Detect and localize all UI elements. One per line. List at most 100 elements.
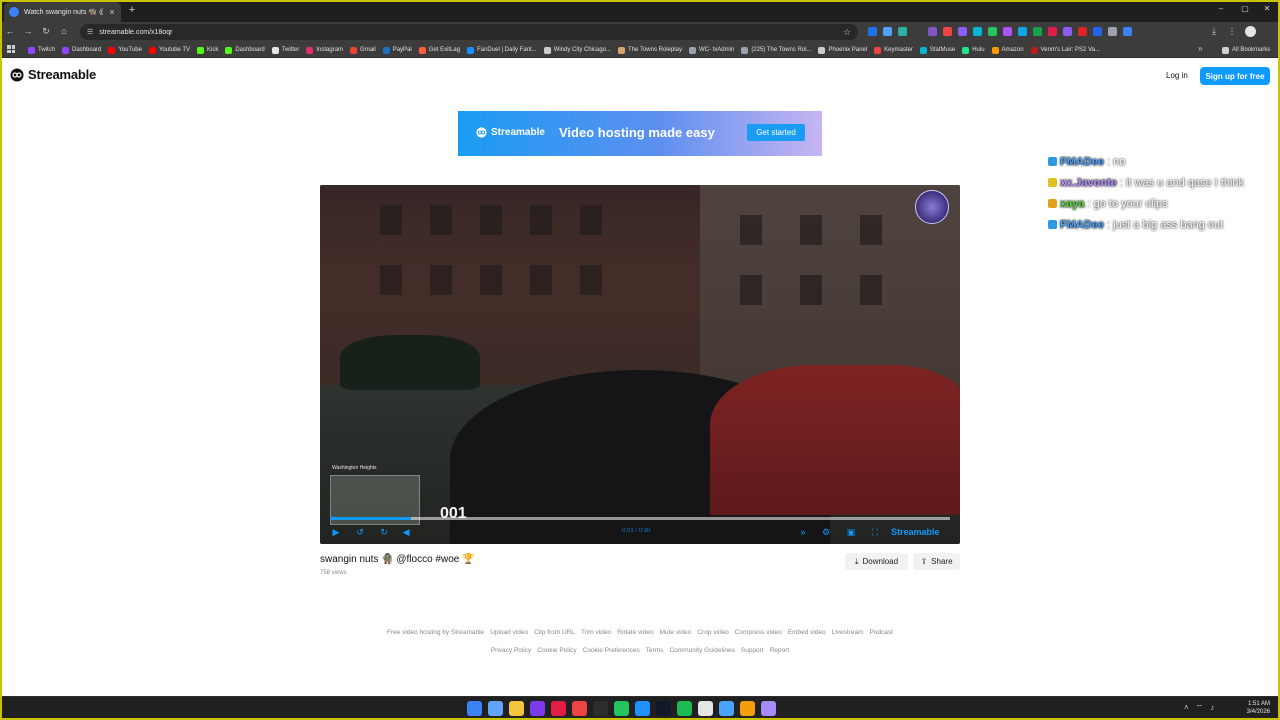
reload-icon[interactable]: ↻ [40,26,52,37]
extension-icon[interactable] [1123,27,1132,36]
footer-link[interactable]: Community Guidelines [669,647,734,654]
extension-icon[interactable] [988,27,997,36]
extension-icon[interactable] [928,27,937,36]
footer-link[interactable]: Support [741,647,764,654]
extension-icon[interactable] [913,27,922,36]
bookmark-item[interactable]: Windy City Chicago... [543,46,611,54]
player-brand[interactable]: Streamable [891,527,940,537]
settings-gear-icon[interactable]: ⚙ [820,527,832,538]
bookmark-item[interactable]: Twitch [28,46,55,54]
back-icon[interactable]: ← [4,26,16,36]
bookmark-item[interactable]: Instagram [306,46,343,54]
bookmark-item[interactable]: Dashboard [225,46,265,54]
site-info-icon[interactable]: ☰ [87,28,93,36]
streamable-logo[interactable]: Streamable [10,67,96,82]
clock[interactable]: 1:51 AM 3/4/2026 [1240,700,1270,716]
footer-link[interactable]: Podcast [870,629,894,636]
ad-banner[interactable]: Streamable Video hosting made easy Get s… [458,111,822,156]
extension-icon[interactable] [868,27,877,36]
profile-avatar[interactable] [1245,26,1256,37]
play-icon[interactable]: ▶ [330,527,342,538]
extension-icon[interactable] [1033,27,1042,36]
speed-icon[interactable]: » [797,527,809,537]
taskbar-app-icon[interactable] [740,701,755,716]
bookmark-item[interactable]: PayPal [382,46,412,54]
footer-link[interactable]: Cookie Policy [537,647,576,654]
minimize-button[interactable]: – [1216,4,1226,13]
signup-button[interactable]: Sign up for free [1200,67,1270,85]
taskbar-app-icon[interactable] [530,701,545,716]
bookmark-item[interactable]: Twitter [271,46,299,54]
forward-icon[interactable]: → [22,26,34,36]
picture-in-picture-icon[interactable]: ▣ [845,527,857,538]
taskbar-app-icon[interactable] [572,701,587,716]
taskbar-app-icon[interactable] [719,701,734,716]
bookmark-item[interactable]: Hulu [962,46,985,54]
menu-icon[interactable]: ⋮ [1226,26,1238,37]
extension-icon[interactable] [1108,27,1117,36]
taskbar-app-icon[interactable] [509,701,524,716]
extension-icon[interactable] [1093,27,1102,36]
extension-icon[interactable] [898,27,907,36]
login-link[interactable]: Log in [1166,71,1188,80]
taskbar-app-icon[interactable] [635,701,650,716]
footer-link[interactable]: Cookie Preferences [583,647,640,654]
bookmark-item[interactable]: Phoenix Panel [818,46,867,54]
footer-link[interactable]: Livestream [832,629,864,636]
downloads-icon[interactable]: ⤓ [1208,26,1220,37]
taskbar-app-icon[interactable] [677,701,692,716]
footer-link[interactable]: Rotate video [617,629,654,636]
taskbar-app-icon[interactable] [656,701,671,716]
volume-tray-icon[interactable]: ♪ [1210,703,1214,713]
bookmark-star-icon[interactable]: ☆ [843,27,851,38]
bookmark-item[interactable]: Amazon [991,46,1024,54]
tray-overflow-icon[interactable]: ˄ [1184,703,1189,713]
bookmark-item[interactable]: YouTube [108,46,142,54]
bookmark-item[interactable]: StatMuse [919,46,955,54]
all-bookmarks-button[interactable]: All Bookmarks [1222,42,1270,58]
taskbar-app-icon[interactable] [467,701,482,716]
apps-grid-icon[interactable] [7,45,15,53]
extension-icon[interactable] [943,27,952,36]
extension-icon[interactable] [958,27,967,36]
taskbar-app-icon[interactable] [551,701,566,716]
footer-link[interactable]: Embed video [788,629,826,636]
bookmarks-overflow-icon[interactable]: » [1198,44,1202,53]
taskbar-app-icon[interactable] [593,701,608,716]
bookmark-item[interactable]: Venm's Lair: PS2 Va... [1030,46,1100,54]
bookmark-item[interactable]: Youtube TV [148,46,190,54]
footer-link[interactable]: Upload video [490,629,528,636]
bookmark-item[interactable]: Get ExitLag [418,46,460,54]
taskbar-app-icon[interactable] [698,701,713,716]
footer-link[interactable]: Terms [646,647,664,654]
download-button[interactable]: ⤓ Download [845,553,908,570]
footer-link[interactable]: Trim video [581,629,611,636]
bookmark-item[interactable]: Gmail [350,46,376,54]
footer-link[interactable]: Compress video [735,629,782,636]
extension-icon[interactable] [1018,27,1027,36]
new-tab-button[interactable]: + [126,4,138,16]
extension-icon[interactable] [1003,27,1012,36]
taskbar-app-icon[interactable] [761,701,776,716]
close-window-button[interactable]: ✕ [1262,4,1272,13]
extension-icon[interactable] [973,27,982,36]
tab-close-icon[interactable]: × [108,7,116,17]
footer-link[interactable]: Report [770,647,790,654]
extension-icon[interactable] [1063,27,1072,36]
bookmark-item[interactable]: WC- txAdmin [688,46,734,54]
bookmark-item[interactable]: Dashboard [62,46,101,54]
rewind-icon[interactable]: ↺ [354,527,366,538]
footer-link[interactable]: Free video hosting by Streamable [387,629,484,636]
fullscreen-icon[interactable]: ⛶ [869,527,881,538]
taskbar-app-icon[interactable] [614,701,629,716]
ad-get-started-button[interactable]: Get started [747,124,805,141]
footer-link[interactable]: Clip from URL [534,629,575,636]
address-bar[interactable]: ☰ streamable.com/x18oqr ☆ [80,24,858,40]
bookmark-item[interactable]: The Towns Roleplay [618,46,682,54]
network-icon[interactable]: ⌔ [1196,703,1204,713]
extension-icon[interactable] [883,27,892,36]
footer-link[interactable]: Privacy Policy [491,647,531,654]
share-button[interactable]: ⇪ Share [913,553,960,570]
video-player[interactable]: Washington Heights 001 ▶ ↺ ↻ ◀ 0:01 / 0:… [320,185,960,544]
extension-icon[interactable] [1078,27,1087,36]
